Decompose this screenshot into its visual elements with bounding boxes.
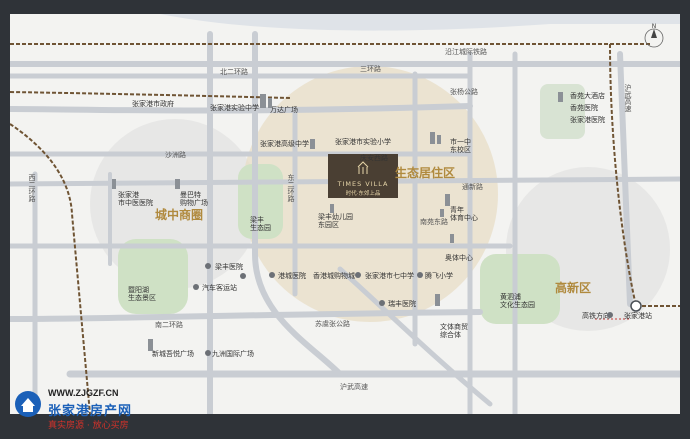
zone-eco-label: 生态居住区: [395, 165, 455, 180]
watermark-name: 张家港房产网: [48, 404, 133, 419]
watermark-site: WWW.ZJGZF.CN: [48, 388, 119, 398]
poi-hotel2[interactable]: 香苑医院: [570, 103, 598, 112]
road-nanyuan-label: 南苑东路: [420, 217, 448, 226]
watermark: WWW.ZJGZF.CN 张家港房产网 真实房源 · 放心买房: [14, 384, 214, 438]
zone-hightech-label: 高新区: [555, 280, 591, 295]
watermark-logo-icon: [15, 391, 41, 417]
map-canvas[interactable]: TIMES VILLA 时代·东郊上品 生态居住区 城中商圈 高新区 沿江城际铁…: [10, 14, 680, 414]
project-name-en: TIMES VILLA: [337, 180, 389, 188]
road-zhangyang-label: 张杨公路: [450, 87, 478, 96]
road-railway-label: 沿江城际铁路: [445, 47, 487, 56]
poi-zjgstation[interactable]: 张家港站: [624, 311, 652, 320]
road-east2-label: 东二环路: [287, 173, 295, 203]
road-north2-label: 北二环路: [220, 67, 248, 76]
park-culture-green: [480, 254, 560, 324]
poi-aoti[interactable]: 奥体中心: [445, 253, 473, 262]
poi-wenti[interactable]: 文体商贸综合体: [440, 322, 468, 339]
park-lake-green: [118, 239, 188, 314]
poi-wanda[interactable]: 万达广场: [270, 105, 298, 114]
road-huwu-label: 沪武高速: [340, 382, 368, 391]
poi-school7[interactable]: 张家港市七中学: [365, 271, 414, 280]
poi-highspeed: 高铁方向: [582, 311, 610, 320]
poi-ruifeng[interactable]: 瑞丰医院: [388, 299, 416, 308]
poi-tengfei[interactable]: 腾飞小学: [425, 271, 453, 280]
poi-hospital2[interactable]: 港城医院: [278, 271, 306, 280]
poi-xincheng[interactable]: 新城吾悦广场: [152, 349, 194, 358]
road-ring3-label: 三环路: [360, 64, 381, 73]
poi-station[interactable]: 汽车客运站: [202, 283, 237, 292]
project-name-cn: 时代·东郊上品: [346, 189, 381, 197]
zone-business-label: 城中商圈: [155, 207, 203, 222]
road-tongfeng-label: 通新路: [462, 182, 483, 191]
watermark-slogan: 真实房源 · 放心买房: [48, 421, 129, 431]
screenshot-frame: TIMES VILLA 时代·东郊上品 生态居住区 城中商圈 高新区 沿江城际铁…: [0, 0, 690, 439]
poi-hotel3[interactable]: 张家港医院: [570, 115, 605, 124]
poi-jiuzhou[interactable]: 九洲国际广场: [212, 349, 254, 358]
river-area: [160, 14, 680, 31]
poi-xinhua[interactable]: 香港城购物城: [313, 271, 355, 280]
location-map[interactable]: TIMES VILLA 时代·东郊上品 生态居住区 城中商圈 高新区 沿江城际铁…: [10, 14, 680, 414]
poi-shiyi[interactable]: 市一中东校区: [450, 137, 471, 154]
poi-shiyan-xx[interactable]: 张家港市实验小学: [335, 137, 391, 146]
station-marker-icon[interactable]: [630, 300, 642, 312]
road-huwu-east-label: 沪武高速: [624, 83, 632, 113]
poi-gaoji[interactable]: 张家港高级中学: [260, 139, 309, 148]
road-sufang-label: 苏虞张公路: [315, 319, 350, 328]
compass-label: N: [652, 23, 657, 30]
poi-qingan: 庆安西路: [360, 153, 388, 162]
poi-liangfeng[interactable]: 梁丰医院: [215, 262, 243, 271]
road-west2-label: 西二环路: [28, 174, 36, 203]
road-shazhou-label: 沙洲路: [165, 150, 186, 159]
poi-hotel1[interactable]: 香苑大酒店: [570, 91, 605, 100]
poi-gov[interactable]: 张家港市政府: [132, 99, 174, 108]
road-south2-label: 南二环路: [155, 320, 183, 329]
poi-shiyan-zhong[interactable]: 张家港实验中学: [210, 103, 259, 112]
